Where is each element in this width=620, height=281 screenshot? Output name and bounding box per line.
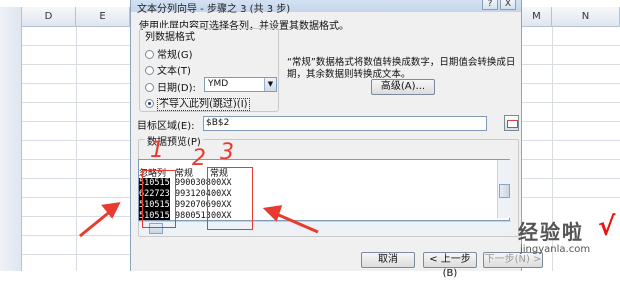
radio-date[interactable]: 日期(D): — [145, 79, 196, 94]
grid-line — [22, 64, 130, 65]
advanced-button[interactable]: 高级(A)... — [371, 79, 435, 95]
annotation-number-3: 3 — [220, 140, 234, 165]
radio-circle[interactable] — [145, 83, 154, 92]
preview-cell: 9900308 — [175, 178, 211, 188]
dialog-title: 文本分列向导 - 步骤之 3 (共 3 步) — [137, 4, 291, 15]
grid-line — [22, 83, 130, 84]
checkmark-icon: √ — [598, 212, 616, 242]
radio-skip-column[interactable]: 不导入此列(跳过)(I) — [145, 95, 250, 111]
grid-line — [22, 45, 130, 46]
grid-line — [22, 159, 130, 160]
preview-cell: 9800513 — [175, 211, 211, 221]
back-button[interactable]: < 上一步(B) — [423, 252, 477, 279]
preview-horizontal-scrollbar[interactable] — [139, 221, 511, 235]
grid-line — [522, 197, 620, 198]
preview-cell: 9931204 — [175, 189, 211, 199]
grid-line — [522, 159, 620, 160]
annotation-number-1: 1 — [150, 138, 164, 163]
grid-line — [522, 178, 620, 179]
column-header-e[interactable]: E — [76, 7, 130, 27]
text-to-columns-dialog: 文本分列向导 - 步骤之 3 (共 3 步) ? X 使用此屏内容可选择各列，并… — [130, 0, 543, 279]
target-input[interactable]: $B$2 — [203, 116, 487, 131]
grid-line — [522, 45, 620, 46]
radio-circle[interactable] — [145, 66, 154, 75]
format-description: “常规”数据格式将数值转换成数字，日期值会转换成日期，其余数据则转换成文本。 — [287, 57, 516, 80]
grid-line — [522, 140, 620, 141]
grid-line — [22, 197, 130, 198]
grid-line — [522, 121, 620, 122]
grid-line — [522, 64, 620, 65]
close-button[interactable]: X — [500, 0, 516, 10]
watermark: 经验啦 √ jingyanla.com — [480, 212, 620, 266]
grid-line — [22, 121, 130, 122]
grid-line — [22, 254, 130, 255]
radio-text-label: 文本(T) — [157, 66, 191, 77]
radio-text[interactable]: 文本(T) — [145, 62, 191, 77]
radio-circle-selected[interactable] — [145, 99, 154, 108]
grid-line — [522, 83, 620, 84]
dropdown-arrow-icon[interactable]: ▼ — [264, 78, 276, 91]
annotation-highlight-box — [207, 167, 253, 230]
radio-general[interactable]: 常规(G) — [145, 46, 193, 61]
date-format-value: YMD — [208, 79, 229, 89]
preview-cell: 9920706 — [175, 200, 211, 210]
radio-circle[interactable] — [145, 50, 154, 59]
column-header-n[interactable]: N — [552, 7, 620, 27]
grid-line — [522, 102, 620, 103]
radio-general-label: 常规(G) — [157, 50, 193, 61]
radio-date-label: 日期(D): — [157, 83, 196, 94]
column-header-m[interactable]: M — [522, 7, 552, 27]
row-header-strip — [0, 7, 22, 271]
target-label: 目标区域(E): — [137, 121, 195, 132]
help-button[interactable]: ? — [482, 0, 498, 10]
annotation-highlight-box — [142, 170, 176, 228]
scroll-thumb[interactable] — [499, 184, 510, 198]
grid-line — [22, 216, 130, 217]
preview-vertical-scrollbar[interactable] — [497, 160, 511, 218]
grid-line — [22, 140, 130, 141]
range-select-icon[interactable] — [504, 115, 519, 131]
radio-skip-label: 不导入此列(跳过)(I) — [157, 98, 250, 111]
watermark-text: 经验啦 — [518, 220, 584, 244]
grid-line — [22, 102, 130, 103]
grid-line — [22, 178, 130, 179]
column-format-legend: 列数据格式 — [143, 28, 197, 43]
annotation-number-2: 2 — [192, 146, 206, 171]
date-format-select[interactable]: YMD ▼ — [204, 77, 277, 92]
cancel-button[interactable]: 取消 — [361, 252, 415, 268]
watermark-url: jingyanla.com — [520, 244, 591, 255]
grid-line — [22, 235, 130, 236]
column-header-d[interactable]: D — [22, 7, 76, 27]
dialog-titlebar[interactable]: 文本分列向导 - 步骤之 3 (共 3 步) ? X — [131, 0, 521, 15]
